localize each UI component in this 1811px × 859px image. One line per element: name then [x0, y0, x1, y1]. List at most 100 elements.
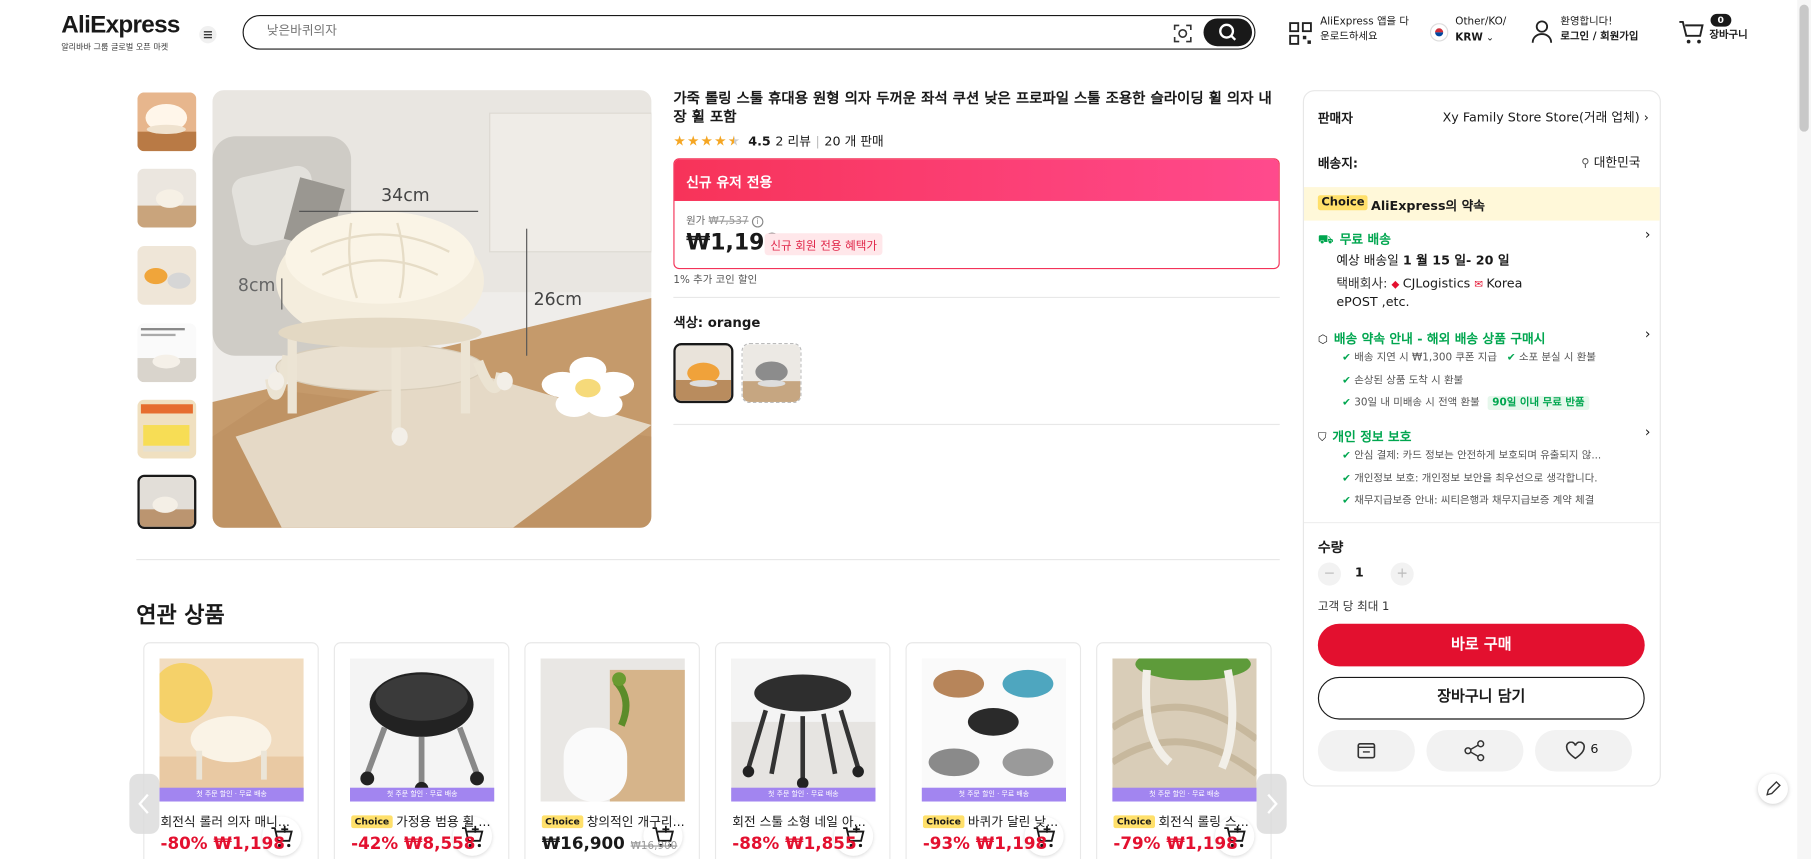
feedback-button[interactable]	[1757, 773, 1788, 804]
star-rating: ★ ★ ★ ★ ★	[673, 133, 740, 149]
carousel-next-button[interactable]	[1256, 773, 1287, 834]
product-name: Choice 회전식 롤링 스...	[1113, 812, 1263, 830]
scrollbar-thumb[interactable]	[1799, 4, 1809, 132]
eta-dates: 1 월 15 일- 20 일	[1402, 252, 1510, 268]
color-label-prefix: 색상:	[673, 314, 704, 331]
star-icon: ★	[700, 132, 713, 149]
product-card[interactable]: 첫 주문 할인 · 무료 배송 회전식 롤러 의자 매니... -80% ₩1,…	[143, 642, 319, 859]
check-icon: ✔	[1342, 375, 1351, 387]
delivery-commitment-row[interactable]: ⬡ 배송 약속 안내 - 해외 배송 상품 구매시 ›	[1318, 326, 1651, 348]
chevron-right-icon: ›	[1644, 423, 1651, 441]
new-user-promo: 신규 유저 전용 원가 ₩7,537 i ₩1,198 신규 회원 전용 혜택가	[673, 158, 1280, 270]
price: ₩8,558	[404, 835, 476, 854]
search-button[interactable]	[1203, 18, 1253, 47]
carousel-prev-button[interactable]	[129, 773, 160, 834]
privacy-guarantee: 채무지급보증 안내: 씨티은행과 채무지급보증 계약 체결	[1354, 495, 1595, 508]
product-name: Choice 바퀴가 달린 낮...	[922, 812, 1073, 830]
camera-search-icon[interactable]	[1171, 22, 1194, 45]
product-card[interactable]: Choice 창의적인 개구리... ₩16,900 ₩16,900	[524, 642, 700, 859]
free-shipping-row[interactable]: ⛟ 무료 배송 ›	[1318, 226, 1651, 249]
quantity-label: 수량	[1317, 539, 1344, 556]
review-count[interactable]: 2 리뷰	[775, 132, 811, 150]
thumbnail-3[interactable]	[137, 246, 197, 305]
quantity-value[interactable]: 1	[1355, 565, 1364, 580]
privacy-row[interactable]: ⛉ 개인 정보 보호 ›	[1318, 424, 1651, 446]
menu-icon[interactable]	[199, 25, 217, 44]
aliexpress-logo[interactable]: AliExpress 알리바바 그룹 글로벌 오픈 마켓	[61, 12, 180, 54]
color-swatch-orange[interactable]	[673, 343, 734, 404]
divider	[673, 296, 1280, 298]
product-name-text: 회전식 롤러 의자 매니...	[160, 814, 290, 830]
price: ₩1,855	[785, 835, 857, 854]
login-link[interactable]: 로그인 / 회원가입	[1560, 31, 1638, 43]
product-name-text: 바퀴가 달린 낮...	[967, 814, 1059, 830]
commitment-damaged: 손상된 상품 도착 시 환불	[1354, 375, 1464, 387]
edit-icon	[1766, 780, 1781, 796]
choice-badge: Choice	[541, 815, 584, 829]
privacy-line-2: ✔ 개인정보 보호: 개인정보 보안을 최우선으로 생각합니다.	[1342, 470, 1598, 486]
check-icon: ✔	[1506, 352, 1516, 364]
discount: -93%	[922, 835, 970, 854]
product-price: -88% ₩1,855	[732, 835, 856, 853]
seller-link[interactable]: Xy Family Store Store(거래 업체) ›	[1443, 107, 1649, 125]
product-image: 첫 주문 할인 · 무료 배송	[349, 658, 495, 802]
color-swatch-gray[interactable]	[741, 343, 802, 404]
promo-band: 첫 주문 할인 · 무료 배송	[159, 787, 304, 802]
thumbnail-2[interactable]	[137, 168, 197, 228]
divider	[136, 559, 1280, 561]
add-to-cart-button[interactable]: 장바구니 담기	[1317, 676, 1645, 720]
thumbnail-1[interactable]	[137, 92, 197, 152]
thumbnail-6[interactable]	[137, 474, 197, 529]
decrease-button[interactable]: −	[1317, 562, 1341, 586]
product-price: -79% ₩1,198	[1113, 835, 1237, 853]
info-icon[interactable]: i	[751, 215, 764, 228]
product-card[interactable]: 첫 주문 할인 · 무료 배송 Choice 회전식 롤링 스... -79% ₩…	[1096, 642, 1272, 859]
discount: -88%	[732, 835, 780, 854]
privacy-title: 개인 정보 보호	[1332, 429, 1412, 445]
carrier-label: 택배회사:	[1336, 276, 1388, 292]
product-name: 회전 스툴 소형 네일 아...	[732, 812, 882, 830]
user-icon	[1531, 20, 1553, 43]
price: ₩1,198	[1166, 835, 1238, 854]
color-value: orange	[707, 314, 761, 331]
product-card[interactable]: 첫 주문 할인 · 무료 배송 Choice 가정용 범용 휠 ... -42% …	[333, 642, 510, 859]
quantity-stepper: − 1 +	[1317, 562, 1434, 586]
box-icon: ⬡	[1317, 333, 1328, 347]
promo-band: 첫 주문 할인 · 무료 배송	[731, 787, 876, 802]
product-card[interactable]: 첫 주문 할인 · 무료 배송 Choice 바퀴가 달린 낮... -93% ₩…	[905, 642, 1082, 859]
store-button[interactable]	[1317, 729, 1415, 772]
buy-now-button[interactable]: 바로 구매	[1317, 623, 1645, 667]
original-price-label: 원가	[686, 215, 706, 228]
cart-count-badge: 0	[1710, 13, 1731, 27]
star-icon: ★	[686, 132, 700, 149]
purchase-limit: 고객 당 최대 1	[1317, 600, 1390, 614]
choice-badge: Choice	[922, 815, 965, 829]
ship-to-selector[interactable]: ⚲ 대한민국	[1581, 152, 1640, 170]
thumbnail-5[interactable]	[137, 399, 197, 459]
thumbnail-4[interactable]	[137, 323, 197, 383]
share-icon	[1464, 740, 1485, 762]
share-button[interactable]	[1426, 729, 1524, 772]
chevron-down-icon: ⌄	[1486, 32, 1494, 43]
product-title: 가죽 롤링 스툴 휴대용 원형 의자 두꺼운 좌석 쿠션 낮은 프로파일 스툴 …	[673, 88, 1272, 125]
increase-button[interactable]: +	[1390, 562, 1414, 586]
main-product-image[interactable]: 34cm 8cm 26cm	[212, 90, 652, 528]
privacy-data: 개인정보 보호: 개인정보 보안을 최우선으로 생각합니다.	[1354, 473, 1598, 486]
dimension-depth-label: 8cm	[237, 274, 276, 296]
search-input[interactable]	[266, 23, 1145, 39]
heart-icon	[1565, 741, 1585, 760]
chevron-right-icon: ›	[1644, 325, 1651, 342]
commitment-line-2: ✔ 손상된 상품 도착 시 환불	[1342, 372, 1463, 387]
cart-icon	[1679, 20, 1704, 44]
product-card[interactable]: 첫 주문 할인 · 무료 배송 회전 스툴 소형 네일 아... -88% ₩1…	[714, 642, 891, 859]
coin-discount: 1% 추가 코인 할인	[673, 274, 758, 287]
seller-label: 판매자	[1317, 110, 1353, 126]
wishlist-button[interactable]: 6	[1534, 729, 1633, 772]
korea-flag-icon	[1429, 23, 1449, 42]
app-download-line1: AliExpress 앱을 다	[1320, 16, 1409, 28]
promo-header: 신규 유저 전용	[674, 159, 1279, 201]
product-price: -93% ₩1,198	[923, 835, 1047, 853]
product-price: ₩16,900 ₩16,900	[542, 835, 678, 853]
product-name: Choice 창의적인 개구리...	[541, 812, 692, 830]
page-scrollbar[interactable]	[1797, 0, 1811, 859]
